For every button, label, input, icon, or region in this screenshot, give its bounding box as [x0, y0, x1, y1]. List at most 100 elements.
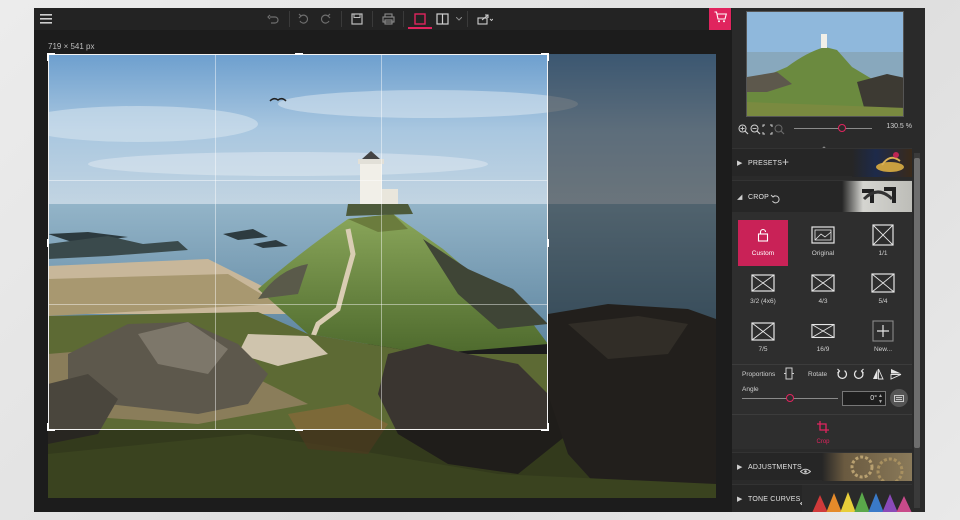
section-tone-curves-label: TONE CURVES: [748, 496, 801, 503]
angle-slider-thumb[interactable]: [786, 394, 794, 402]
crop-grid-line: [214, 55, 216, 429]
toolbar-separator: [372, 11, 373, 27]
ratio-custom[interactable]: Custom: [738, 220, 788, 266]
ratio-3-2[interactable]: 3/2 (4x6): [738, 268, 788, 314]
undo-icon[interactable]: [295, 10, 311, 28]
ratio-new[interactable]: New...: [858, 316, 908, 362]
chevron-right-icon: ▶: [737, 464, 743, 471]
section-adjustments[interactable]: ▶ ADJUSTMENTS: [732, 452, 912, 485]
flip-vertical-icon[interactable]: [890, 367, 902, 385]
ratio-5-4[interactable]: 5/4: [858, 268, 908, 314]
crop-handle-right[interactable]: [547, 239, 549, 247]
angle-value: 0°: [870, 395, 877, 402]
eye-icon[interactable]: [799, 462, 812, 480]
crop-grid-line: [49, 179, 547, 181]
proportions-toggle-icon[interactable]: [784, 367, 794, 385]
single-view-icon[interactable]: [411, 10, 429, 28]
navigator-thumbnail[interactable]: [746, 11, 904, 117]
ratio-box-icon: [751, 272, 775, 294]
ratio-label: 5/4: [878, 298, 888, 305]
ratio-box-icon: [811, 272, 835, 294]
add-preset-icon[interactable]: +: [782, 155, 789, 169]
panel-scrollbar-thumb[interactable]: [914, 158, 920, 448]
keyboard-button[interactable]: [890, 389, 908, 407]
crop-handle-bottom-left[interactable]: [47, 423, 49, 431]
ratio-label: 4/3: [818, 298, 828, 305]
rotate-left-icon[interactable]: [836, 367, 848, 385]
crop-icon: [817, 420, 829, 437]
redo-icon[interactable]: [318, 10, 334, 28]
menu-icon[interactable]: [38, 10, 54, 28]
zoom-slider-thumb[interactable]: [838, 124, 846, 132]
ratio-box-icon: [751, 320, 775, 342]
apply-crop-label: Crop: [816, 439, 830, 445]
reset-crop-icon[interactable]: [770, 191, 780, 209]
section-crop[interactable]: ◢ CROP: [732, 180, 912, 213]
crop-handle-top-right[interactable]: [547, 53, 549, 61]
ratio-original[interactable]: Original: [798, 220, 848, 266]
cart-button[interactable]: [709, 8, 731, 30]
zoom-in-icon[interactable]: [738, 122, 749, 140]
flip-horizontal-icon[interactable]: [872, 367, 884, 385]
ratio-label: 7/5: [758, 346, 768, 353]
print-icon[interactable]: [380, 10, 396, 28]
keyboard-icon: [894, 389, 904, 407]
crop-handle-top-left[interactable]: [47, 53, 49, 61]
ratio-16-9[interactable]: 16/9: [798, 316, 848, 362]
divider: [732, 364, 912, 365]
proportions-label: Proportions: [742, 371, 776, 378]
angle-label: Angle: [742, 386, 759, 393]
chevron-down-icon: ◢: [737, 194, 743, 201]
zoom-out-icon[interactable]: [750, 122, 761, 140]
section-presets[interactable]: ▶ PRESETS +: [732, 148, 912, 177]
tone-curves-banner-image: [802, 485, 912, 512]
crop-handle-bottom[interactable]: [295, 429, 303, 431]
crop-grid-line: [49, 304, 547, 306]
crop-options: Custom Original 1/1 3/2 (4x6) 4/3 5/4 7/…: [732, 212, 912, 449]
right-panel: 130.5 % ▶ PRESETS + ◢ CROP Custom Origin…: [732, 8, 925, 512]
split-view-icon[interactable]: [434, 10, 450, 28]
ratio-label: 3/2 (4x6): [750, 298, 776, 305]
fit-screen-icon[interactable]: [762, 122, 773, 140]
spin-arrows-icon[interactable]: ▲ ▼: [878, 393, 883, 405]
image-canvas[interactable]: 719 × 541 px: [34, 30, 732, 512]
angle-input[interactable]: 0° ▲ ▼: [842, 391, 886, 406]
save-icon[interactable]: [349, 10, 365, 28]
toolbar-separator: [467, 11, 468, 27]
ratio-4-3[interactable]: 4/3: [798, 268, 848, 314]
image-dimensions-label: 719 × 541 px: [48, 42, 95, 51]
crop-handle-left[interactable]: [47, 239, 49, 247]
presets-banner-image: [852, 149, 912, 177]
ratio-label: 16/9: [816, 346, 830, 353]
crop-handle-top[interactable]: [295, 53, 303, 55]
ratio-label: Original: [811, 250, 835, 257]
ratio-1-1[interactable]: 1/1: [858, 220, 908, 266]
divider: [732, 414, 912, 415]
undo-all-icon[interactable]: [265, 10, 281, 28]
photo-editor-window: 719 × 541 px 130.5 % ▶ PRESETS + ◢ CROP …: [34, 8, 925, 512]
toolbar-separator: [403, 11, 404, 27]
chevron-right-icon: ▶: [737, 160, 743, 167]
crop-selection[interactable]: [47, 53, 549, 431]
crop-mask: [48, 430, 548, 498]
ratio-7-5[interactable]: 7/5: [738, 316, 788, 362]
section-tone-curves[interactable]: ▶ TONE CURVES: [732, 484, 912, 512]
ratio-box-icon: [811, 320, 835, 342]
rotate-right-icon[interactable]: [853, 367, 865, 385]
section-presets-label: PRESETS: [748, 160, 783, 167]
top-toolbar: [34, 8, 732, 30]
zoom-slider-track[interactable]: [794, 128, 872, 129]
active-view-indicator: [408, 27, 432, 29]
crop-handle-bottom-right[interactable]: [547, 423, 549, 431]
chevron-down-icon[interactable]: [454, 10, 464, 28]
ratio-label: 1/1: [878, 250, 888, 257]
rotate-label: Rotate: [808, 371, 828, 378]
actual-size-icon[interactable]: [774, 122, 785, 140]
apply-crop-button[interactable]: Crop: [810, 420, 836, 446]
crop-grid-line: [380, 55, 382, 429]
crop-mask: [548, 54, 716, 498]
share-icon[interactable]: [475, 10, 495, 28]
crop-banner-image: [842, 181, 912, 213]
adjustments-banner-image: [822, 453, 912, 485]
ratio-label: Custom: [751, 250, 775, 257]
